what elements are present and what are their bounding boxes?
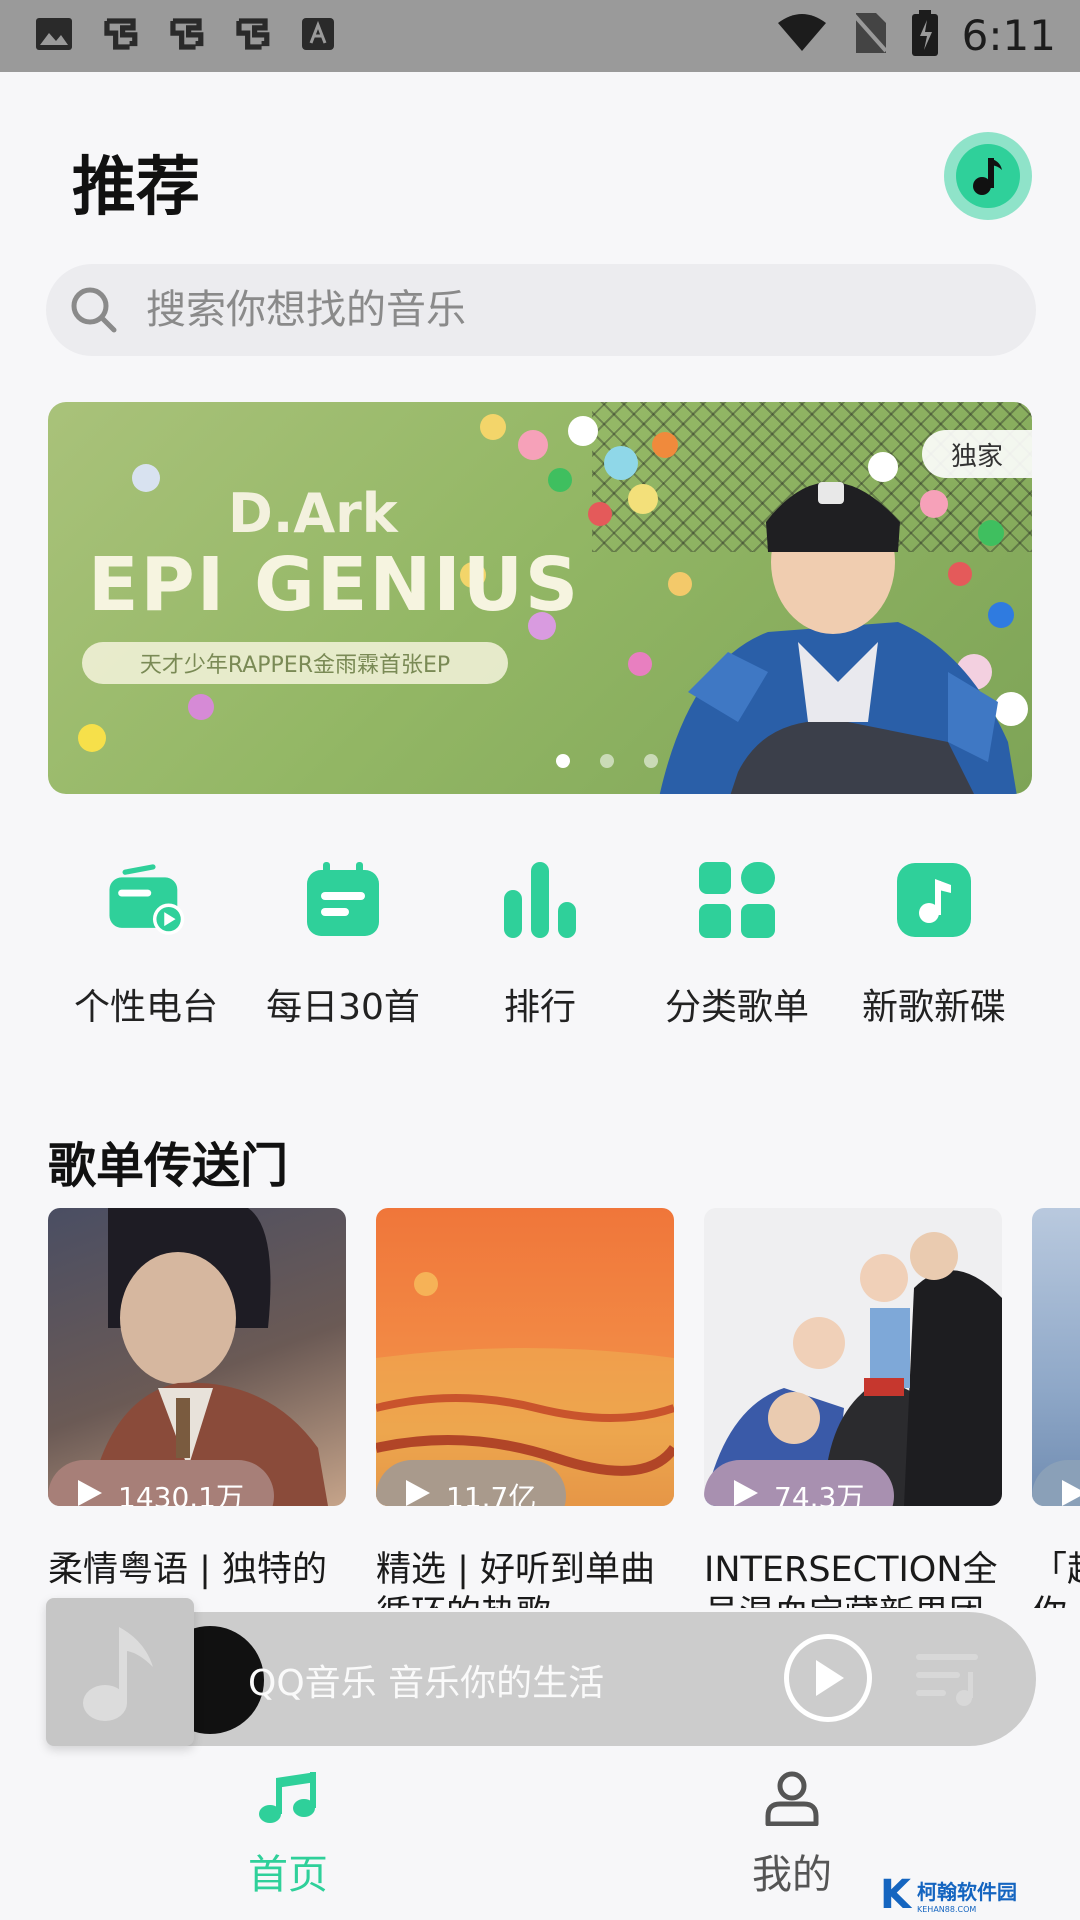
promo-banner[interactable]: D.Ark EPI GENIUS 天才少年RAPPER金雨霖首张EP 独家: [48, 402, 1032, 794]
banner-ball: [132, 464, 160, 492]
play-count-pill[interactable]: [1032, 1460, 1080, 1506]
exclusive-badge: 独家: [922, 430, 1032, 478]
quick-nav-label: 分类歌单: [664, 987, 809, 1028]
play-icon: [816, 1660, 844, 1696]
section-title: 歌单传送门: [48, 1138, 289, 1194]
play-count: 11.7亿: [446, 1481, 537, 1506]
tab-label: 我的: [752, 1852, 832, 1898]
radio-icon: [106, 860, 186, 940]
play-count-pill[interactable]: 11.7亿: [376, 1460, 567, 1507]
playlist-card[interactable]: 「超你有: [1032, 1208, 1080, 1608]
user-icon: [765, 1771, 819, 1826]
now-playing-cover[interactable]: [46, 1598, 194, 1746]
quick-nav-new-releases[interactable]: 新歌新碟: [836, 860, 1032, 1030]
banner-artist: D.Ark: [228, 482, 398, 545]
calendar-icon: [303, 860, 383, 940]
music-note-icon: [259, 1772, 316, 1823]
font-icon: [298, 14, 338, 54]
quick-nav-categories[interactable]: 分类歌单: [639, 860, 835, 1030]
bug-icon: [100, 14, 140, 54]
now-playing-text: QQ音乐 音乐你的生活: [248, 1663, 605, 1704]
status-time: 6:11: [961, 10, 1056, 60]
mini-player[interactable]: QQ音乐 音乐你的生活: [46, 1598, 1036, 1746]
watermark-text: 柯翰软件园: [917, 1880, 1017, 1904]
playlist-card[interactable]: 74.3万 INTERSECTION全员混血宝藏新男团: [704, 1208, 1002, 1608]
banner-ball: [78, 724, 106, 752]
playlist-queue-icon[interactable]: [916, 1648, 982, 1712]
watermark-logo: K: [880, 1872, 911, 1918]
search-input[interactable]: [146, 264, 966, 356]
music-note-icon: [894, 860, 974, 940]
playlist-title: 精选 | 好听到单曲循环的热歌: [376, 1550, 656, 1608]
banner-ball: [604, 446, 638, 480]
play-count-pill[interactable]: 74.3万: [704, 1460, 895, 1507]
search-icon: [68, 284, 120, 340]
banner-artist-photo: [659, 482, 1017, 794]
playlist-cover: 1430.1万: [48, 1208, 346, 1506]
play-count: 1430.1万: [118, 1481, 244, 1506]
play-icon: [730, 1478, 760, 1507]
tab-home[interactable]: 首页: [188, 1770, 388, 1900]
play-icon: [1058, 1478, 1080, 1507]
banner-ball: [188, 694, 214, 720]
banner-ball: [588, 502, 612, 526]
playlist-cover: 74.3万: [704, 1208, 1002, 1506]
status-bar: 6:11: [0, 0, 1080, 72]
carousel-dot[interactable]: [644, 754, 658, 768]
carousel-dot[interactable]: [600, 754, 614, 768]
bug-icon: [166, 14, 206, 54]
music-note-icon: [83, 1627, 153, 1721]
playlist-carousel: 1430.1万 柔情粤语 | 独特的 11.7亿 精选 | 好听到单曲循环的热歌: [48, 1208, 1080, 1608]
watermark-url: KEHAN88.COM: [917, 1905, 977, 1914]
playlist-card[interactable]: 1430.1万 柔情粤语 | 独特的: [48, 1208, 346, 1590]
quick-nav-radio[interactable]: 个性电台: [48, 860, 244, 1030]
quick-nav-label: 新歌新碟: [861, 987, 1006, 1028]
quick-nav-label: 个性电台: [73, 987, 218, 1028]
music-avatar-button[interactable]: [944, 132, 1032, 220]
playlist-card[interactable]: 11.7亿 精选 | 好听到单曲循环的热歌: [376, 1208, 674, 1608]
tab-mine[interactable]: 我的: [692, 1770, 892, 1900]
playlist-title: 「超你有: [1032, 1550, 1080, 1608]
status-indicators: 6:11: [776, 10, 1056, 60]
quick-nav-charts[interactable]: 排行: [442, 860, 638, 1030]
wifi-icon: [776, 13, 828, 57]
banner-ball: [548, 468, 572, 492]
image-icon: [34, 14, 74, 54]
bug-icon: [232, 14, 272, 54]
play-count: 74.3万: [774, 1481, 865, 1506]
playlist-title: INTERSECTION全员混血宝藏新男团: [704, 1550, 998, 1608]
quick-nav-label: 排行: [503, 987, 576, 1028]
play-icon: [402, 1478, 432, 1507]
battery-icon: [911, 10, 938, 60]
grid-icon: [697, 860, 777, 940]
tab-label: 首页: [248, 1852, 328, 1898]
banner-ball: [568, 416, 598, 446]
playlist-cover: [1032, 1208, 1080, 1506]
no-sim-icon: [852, 11, 888, 59]
play-button[interactable]: [784, 1634, 872, 1722]
play-icon: [74, 1478, 104, 1507]
carousel-dots: [556, 754, 658, 768]
play-count-pill[interactable]: 1430.1万: [48, 1460, 274, 1506]
banner-headline: EPI GENIUS: [88, 542, 581, 628]
quick-nav: 个性电台 每日30首 排行 分类歌单 新歌新碟: [48, 860, 1032, 1030]
search-bar[interactable]: [46, 264, 1036, 356]
banner-ball: [480, 414, 506, 440]
status-notifications: [34, 14, 338, 54]
playlist-title: 柔情粤语 | 独特的: [48, 1550, 328, 1590]
music-note-icon: [956, 144, 1020, 208]
banner-subtitle: 天才少年RAPPER金雨霖首张EP: [82, 642, 508, 684]
page-title: 推荐: [72, 151, 200, 225]
playlist-cover: 11.7亿: [376, 1208, 674, 1506]
site-watermark: K 柯翰软件园 KEHAN88.COM: [880, 1870, 1080, 1920]
banner-ball: [518, 430, 548, 460]
chart-bars-icon: [500, 860, 580, 940]
quick-nav-label: 每日30首: [266, 987, 420, 1028]
carousel-dot[interactable]: [556, 754, 570, 768]
quick-nav-daily[interactable]: 每日30首: [245, 860, 441, 1030]
